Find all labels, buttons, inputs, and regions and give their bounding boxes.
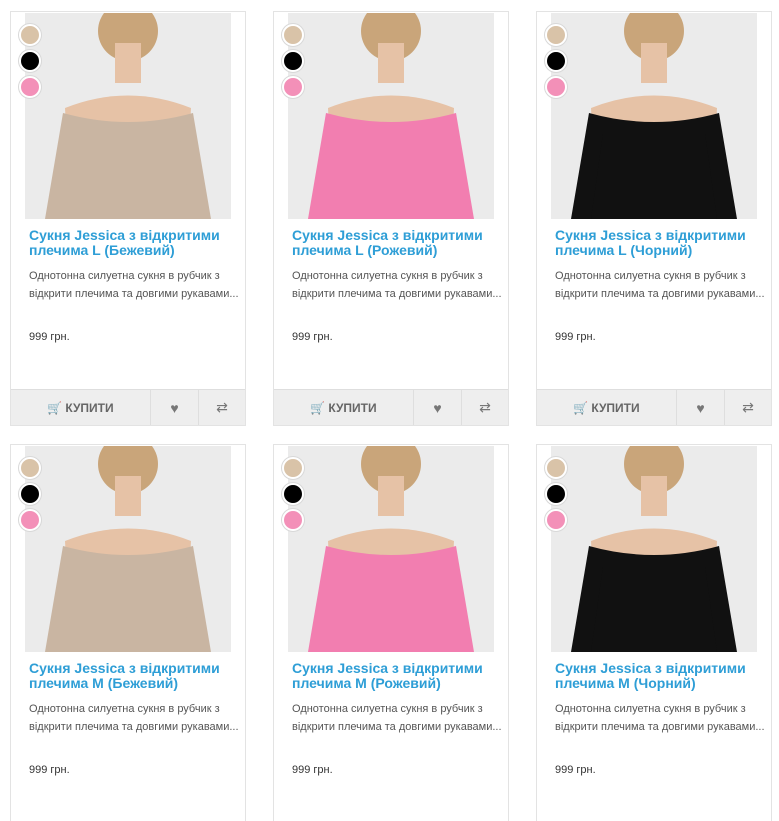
product-image[interactable] <box>288 446 494 652</box>
color-swatch-pink[interactable] <box>19 76 41 98</box>
color-swatch-pink[interactable] <box>545 509 567 531</box>
product-title-link[interactable]: Сукня Jessica з відкритими плечима M (Чо… <box>555 661 769 691</box>
wishlist-button[interactable]: ♥ <box>414 390 461 425</box>
shopping-cart-icon: 🛒 <box>310 400 326 415</box>
wishlist-button[interactable]: ♥ <box>151 390 198 425</box>
color-swatch-beige[interactable] <box>19 457 41 479</box>
product-description: Однотонна силуетна сукня в рубчик з відк… <box>29 270 239 300</box>
color-swatch-beige[interactable] <box>545 24 567 46</box>
product-description: Однотонна силуетна сукня в рубчик з відк… <box>29 703 239 733</box>
product-actions: 🛒 КУПИТИ ♥ ⇄ <box>274 389 508 425</box>
compare-button[interactable]: ⇄ <box>198 390 245 425</box>
color-swatch-black[interactable] <box>545 50 567 72</box>
product-card: Сукня Jessica з відкритими плечима M (Чо… <box>536 444 772 821</box>
product-card: Сукня Jessica з відкритими плечима L (Ро… <box>273 11 509 426</box>
product-card: Сукня Jessica з відкритими плечима M (Ро… <box>273 444 509 821</box>
color-swatch-pink[interactable] <box>19 509 41 531</box>
color-swatch-black[interactable] <box>282 483 304 505</box>
product-title-link[interactable]: Сукня Jessica з відкритими плечима M (Бе… <box>29 661 243 691</box>
product-card: Сукня Jessica з відкритими плечима M (Бе… <box>10 444 246 821</box>
color-swatch-beige[interactable] <box>19 24 41 46</box>
product-description: Однотонна силуетна сукня в рубчик з відк… <box>292 703 502 733</box>
buy-button[interactable]: 🛒 КУПИТИ <box>537 390 677 425</box>
product-title-link[interactable]: Сукня Jessica з відкритими плечима L (Чо… <box>555 228 769 258</box>
color-swatch-beige[interactable] <box>282 457 304 479</box>
shopping-cart-icon: 🛒 <box>47 400 63 415</box>
product-image[interactable] <box>551 446 757 652</box>
product-grid: Сукня Jessica з відкритими плечима L (Бе… <box>0 0 779 821</box>
compare-button[interactable]: ⇄ <box>724 390 771 425</box>
color-swatches <box>282 24 306 102</box>
product-image[interactable] <box>25 13 231 219</box>
color-swatches <box>545 457 569 535</box>
shopping-cart-icon: 🛒 <box>573 400 589 415</box>
compare-arrows-icon: ⇄ <box>479 399 491 415</box>
product-price: 999 грн. <box>29 331 70 343</box>
buy-button[interactable]: 🛒 КУПИТИ <box>11 390 151 425</box>
buy-button-label: КУПИТИ <box>591 400 640 415</box>
color-swatch-black[interactable] <box>19 483 41 505</box>
product-price: 999 грн. <box>555 331 596 343</box>
compare-arrows-icon: ⇄ <box>742 399 754 415</box>
compare-arrows-icon: ⇄ <box>216 399 228 415</box>
color-swatches <box>19 24 43 102</box>
buy-button-label: КУПИТИ <box>65 400 114 415</box>
color-swatch-black[interactable] <box>282 50 304 72</box>
heart-icon: ♥ <box>433 399 442 416</box>
heart-icon: ♥ <box>170 399 179 416</box>
product-price: 999 грн. <box>292 764 333 776</box>
color-swatch-pink[interactable] <box>545 76 567 98</box>
product-description: Однотонна силуетна сукня в рубчик з відк… <box>555 703 765 733</box>
color-swatch-pink[interactable] <box>282 509 304 531</box>
product-title-link[interactable]: Сукня Jessica з відкритими плечима L (Бе… <box>29 228 243 258</box>
color-swatch-beige[interactable] <box>282 24 304 46</box>
product-card: Сукня Jessica з відкритими плечима L (Бе… <box>10 11 246 426</box>
color-swatch-beige[interactable] <box>545 457 567 479</box>
product-description: Однотонна силуетна сукня в рубчик з відк… <box>555 270 765 300</box>
product-price: 999 грн. <box>555 764 596 776</box>
product-actions: 🛒 КУПИТИ ♥ ⇄ <box>537 389 771 425</box>
product-card: Сукня Jessica з відкритими плечима L (Чо… <box>536 11 772 426</box>
color-swatches <box>19 457 43 535</box>
wishlist-button[interactable]: ♥ <box>677 390 724 425</box>
buy-button[interactable]: 🛒 КУПИТИ <box>274 390 414 425</box>
color-swatches <box>545 24 569 102</box>
color-swatch-black[interactable] <box>19 50 41 72</box>
color-swatches <box>282 457 306 535</box>
buy-button-label: КУПИТИ <box>328 400 377 415</box>
color-swatch-pink[interactable] <box>282 76 304 98</box>
heart-icon: ♥ <box>696 399 705 416</box>
product-title-link[interactable]: Сукня Jessica з відкритими плечима M (Ро… <box>292 661 506 691</box>
product-image[interactable] <box>288 13 494 219</box>
color-swatch-black[interactable] <box>545 483 567 505</box>
product-price: 999 грн. <box>29 764 70 776</box>
product-image[interactable] <box>25 446 231 652</box>
product-description: Однотонна силуетна сукня в рубчик з відк… <box>292 270 502 300</box>
product-title-link[interactable]: Сукня Jessica з відкритими плечима L (Ро… <box>292 228 506 258</box>
product-actions: 🛒 КУПИТИ ♥ ⇄ <box>11 389 245 425</box>
product-price: 999 грн. <box>292 331 333 343</box>
compare-button[interactable]: ⇄ <box>461 390 508 425</box>
product-image[interactable] <box>551 13 757 219</box>
